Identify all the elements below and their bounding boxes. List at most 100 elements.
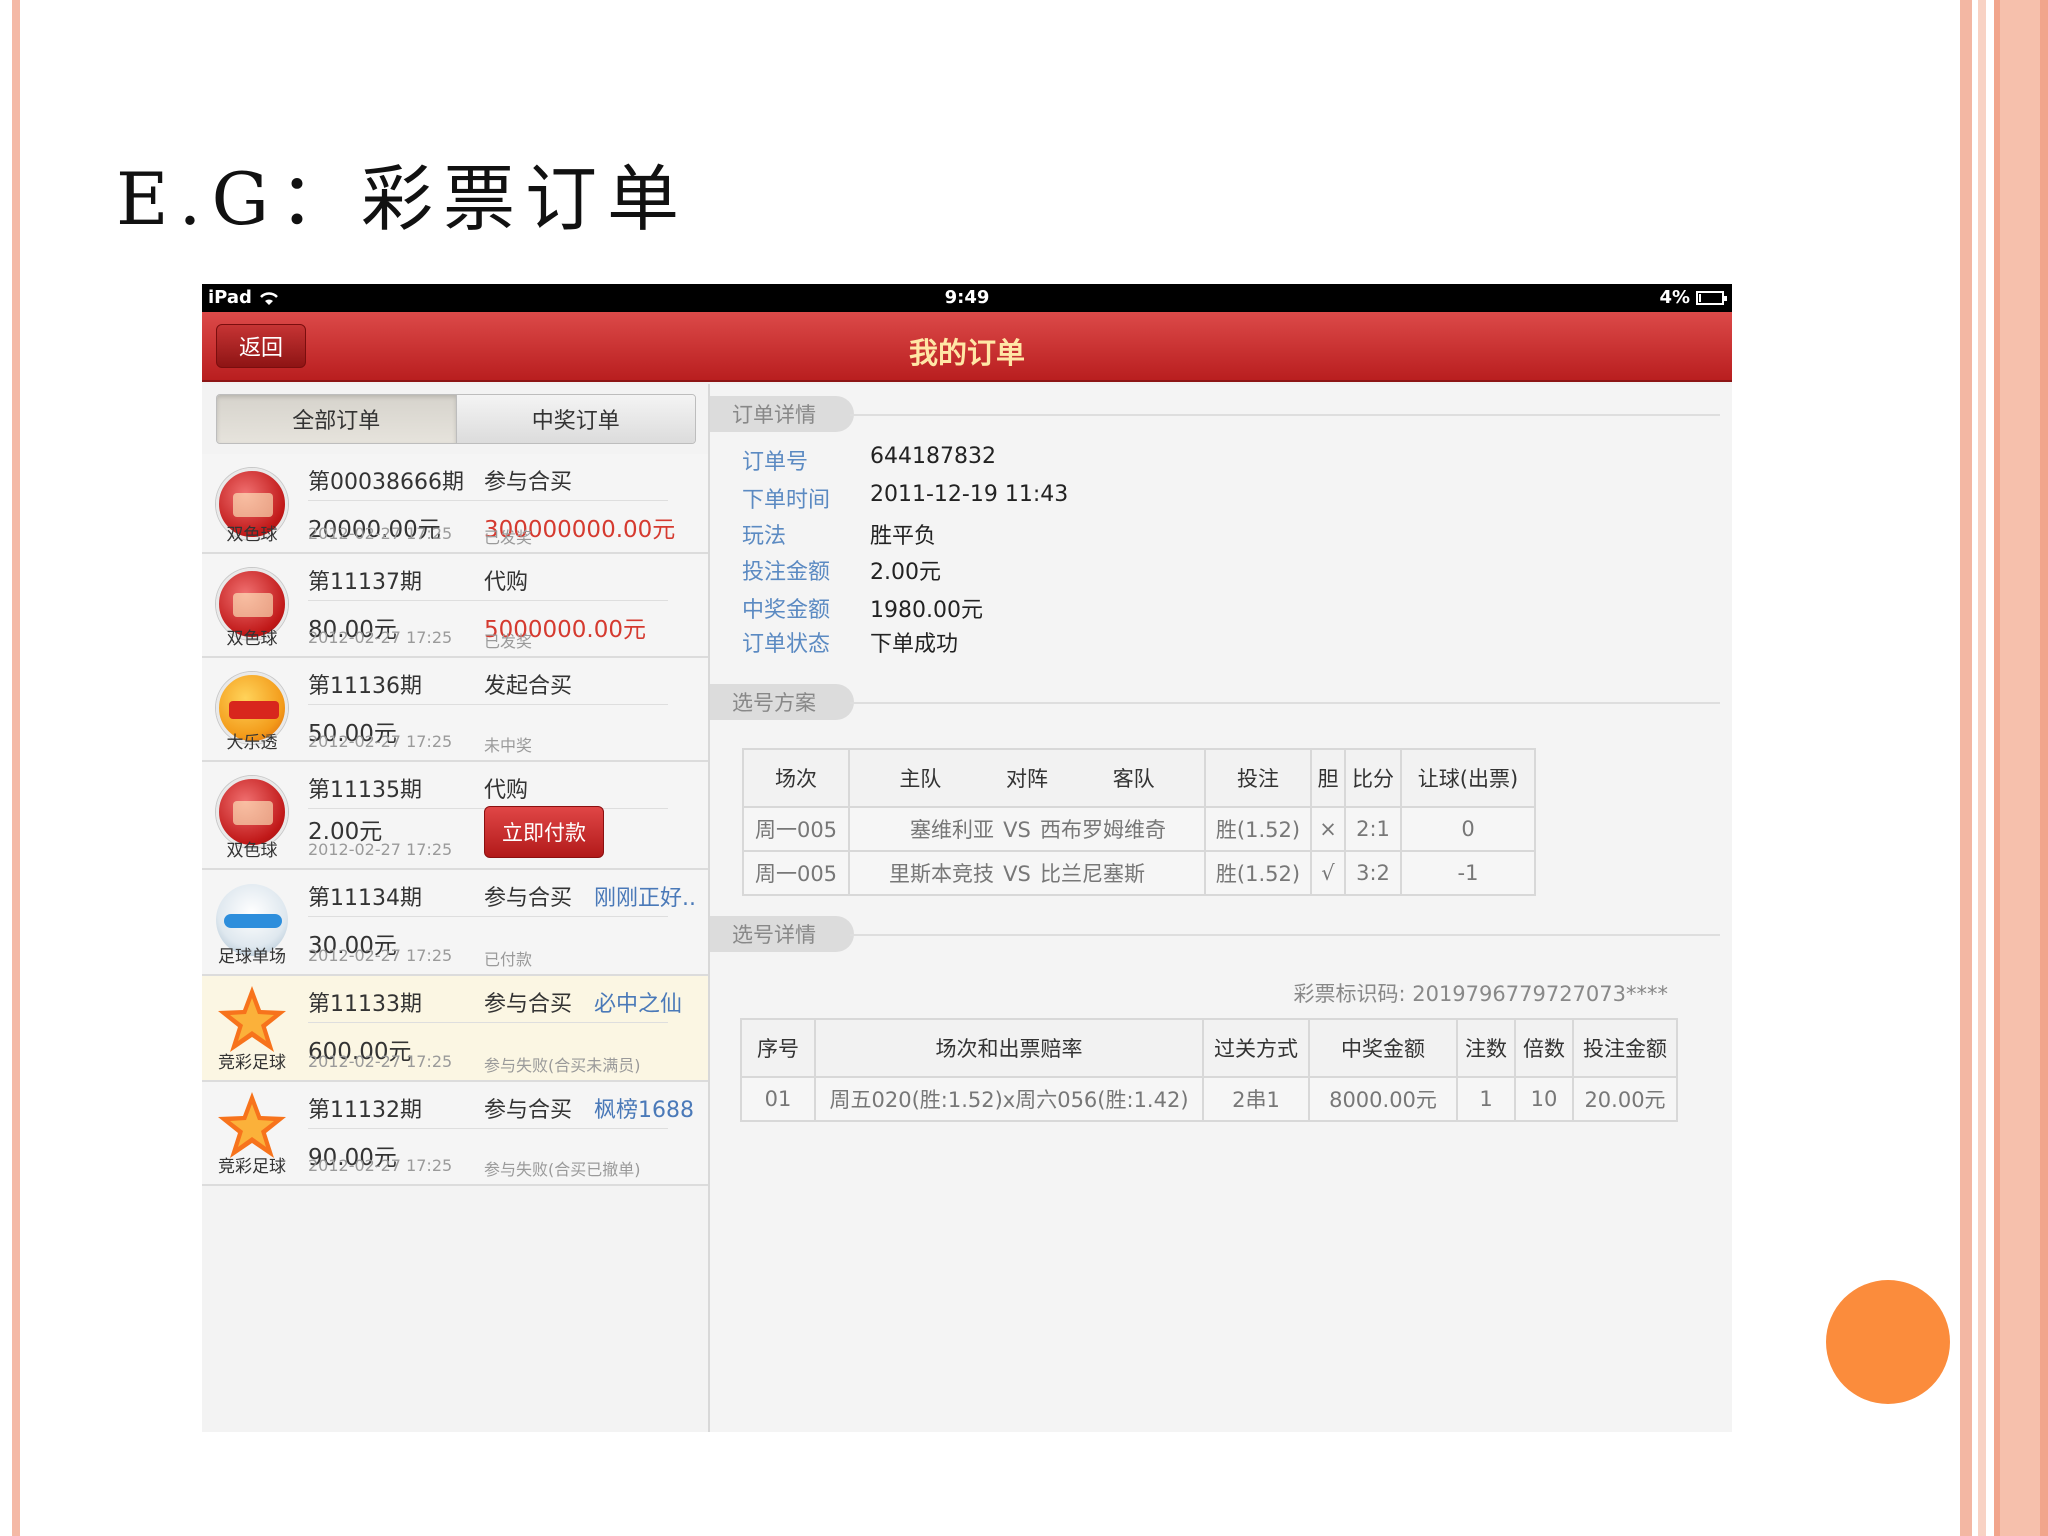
away-team: 西布罗姆维奇 (1040, 818, 1166, 842)
info-label: 订单号 (742, 450, 809, 475)
pick-plan-table: 场次 主队 对阵 客队 投注 胆 比分 让球(出票) 周一005 塞维利亚 VS 西布… (742, 748, 1536, 896)
order-list-item[interactable]: 双色球 第11135期 代购 2.00元 2012-02-27 17:25 立即付款 (202, 762, 708, 870)
order-list-item[interactable]: 双色球 第00038666期 参与合买 20000.00元 300000000.00元 2… (202, 454, 708, 554)
section-title: 订单详情 (710, 396, 854, 432)
match-cell: 周一005 (742, 806, 850, 852)
info-label: 中奖金额 (742, 598, 831, 623)
order-date: 2012-02-27 17:25 (308, 628, 453, 647)
section-divider (850, 702, 1720, 704)
lottery-name: 足球单场 (218, 947, 286, 967)
column-header-teams: 主队 对阵 客队 (848, 748, 1206, 808)
order-status: 参与失败(合买未满员) (484, 1056, 641, 1075)
matches-cell: 周五020(胜:1.52)x周六056(胜:1.42) (814, 1076, 1204, 1122)
lottery-name: 双色球 (226, 525, 278, 545)
info-value: 下单成功 (870, 632, 959, 657)
slide-right-band-inner (2000, 0, 2040, 1536)
bet-cell: 胜(1.52) (1204, 850, 1312, 896)
orange-circle-decoration (1826, 1280, 1950, 1404)
info-value: 胜平负 (870, 524, 937, 549)
column-header: 场次 (742, 748, 850, 808)
away-team: 比兰尼塞斯 (1040, 862, 1145, 886)
slide-right-stripe (1960, 0, 1972, 1536)
order-status: 未中奖 (484, 736, 533, 755)
order-list-item[interactable]: 双色球 第11137期 代购 80.00元 5000000.00元 2012-02-27 … (202, 554, 708, 658)
info-value: 644187832 (870, 444, 996, 469)
order-period: 第11135期 (308, 778, 422, 803)
order-list: 双色球 第00038666期 参与合买 20000.00元 300000000.00元 2… (202, 454, 708, 1186)
lottery-name: 竞彩足球 (218, 1157, 286, 1177)
match-cell: 周一005 (742, 850, 850, 896)
order-type: 参与合买 (484, 886, 573, 911)
score-cell: 2:1 (1344, 806, 1402, 852)
tab-winning-orders[interactable]: 中奖订单 (455, 395, 695, 443)
order-type: 代购 (484, 570, 529, 595)
column-header: 序号 (740, 1018, 816, 1078)
tab-all-orders[interactable]: 全部订单 (217, 395, 456, 443)
stake-cell: 20.00元 (1572, 1076, 1678, 1122)
handicap-cell: 0 (1400, 806, 1536, 852)
lottery-name: 大乐透 (226, 733, 278, 753)
row-divider (308, 1128, 668, 1129)
order-type: 发起合买 (484, 674, 573, 699)
battery-percent: 4% (1659, 287, 1690, 308)
banker-cell: × (1310, 806, 1346, 852)
column-header: 场次和出票赔率 (814, 1018, 1204, 1078)
order-list-item[interactable]: 竞彩足球 第11133期 参与合买 必中之仙 600.00元 2012-02-27 17:… (202, 976, 708, 1082)
co-buy-initiator-link[interactable]: 必中之仙 (594, 986, 682, 1018)
ipad-screenshot: iPad 9:49 4% 返回 我的订单 全部订单 中奖订单 双色球 第00038… (202, 284, 1732, 1432)
slide-title: E.G：彩票订单 (116, 157, 689, 241)
co-buy-initiator-link[interactable]: 刚刚正好.. (594, 880, 696, 912)
order-date: 2012-02-27 17:25 (308, 1052, 453, 1071)
order-period: 第11137期 (308, 570, 422, 595)
teams-cell: 塞维利亚 VS 西布罗姆维奇 (848, 806, 1206, 852)
lottery-name: 双色球 (226, 629, 278, 649)
section-title: 选号详情 (710, 916, 854, 952)
pay-now-button[interactable]: 立即付款 (484, 806, 604, 858)
order-type: 参与合买 (484, 992, 573, 1017)
pass-cell: 2串1 (1202, 1076, 1310, 1122)
column-header: 注数 (1456, 1018, 1516, 1078)
row-divider (308, 704, 668, 705)
no-cell: 01 (740, 1076, 816, 1122)
info-value: 1980.00元 (870, 598, 983, 623)
order-type: 代购 (484, 778, 529, 803)
section-title: 选号方案 (710, 684, 854, 720)
battery-fill (1699, 293, 1701, 302)
bet-cell: 胜(1.52) (1204, 806, 1312, 852)
row-divider (308, 500, 668, 501)
order-period: 第11134期 (308, 886, 422, 911)
table-row: 周一005 塞维利亚 VS 西布罗姆维奇 胜(1.52) × 2:1 0 (742, 806, 1536, 852)
order-date: 2012-02-27 17:25 (308, 524, 453, 543)
info-label: 下单时间 (742, 488, 831, 513)
order-period: 第00038666期 (308, 470, 464, 495)
order-type: 参与合买 (484, 470, 573, 495)
column-header: 胆 (1310, 748, 1346, 808)
section-divider (850, 414, 1720, 416)
order-list-pane: 全部订单 中奖订单 双色球 第00038666期 参与合买 20000.00元 3000… (202, 384, 710, 1432)
row-divider (308, 1022, 668, 1023)
lottery-name: 双色球 (226, 841, 278, 861)
home-team: 塞维利亚 (910, 818, 994, 842)
order-list-item[interactable]: 大乐透 第11136期 发起合买 50.00元 2012-02-27 17:25 未中奖 (202, 658, 708, 762)
clock: 9:49 (944, 287, 990, 308)
order-filter-tabs: 全部订单 中奖订单 (216, 394, 696, 444)
count-cell: 1 (1456, 1076, 1516, 1122)
info-label: 玩法 (742, 524, 787, 549)
multiple-cell: 10 (1514, 1076, 1574, 1122)
banker-cell: √ (1310, 850, 1346, 896)
column-header: 对阵 (1006, 767, 1048, 791)
table-header-row: 序号 场次和出票赔率 过关方式 中奖金额 注数 倍数 投注金额 (740, 1018, 1678, 1078)
co-buy-initiator-link[interactable]: 枫榜1688 (594, 1092, 694, 1124)
column-header: 比分 (1344, 748, 1402, 808)
status-bar: iPad 9:49 4% (202, 284, 1732, 312)
info-value: 2011-12-19 11:43 (870, 482, 1069, 507)
column-header: 投注金额 (1572, 1018, 1678, 1078)
order-date: 2012-02-27 17:25 (308, 840, 453, 859)
battery-icon (1696, 290, 1727, 305)
order-date: 2012-02-27 17:25 (308, 946, 453, 965)
pick-detail-table: 序号 场次和出票赔率 过关方式 中奖金额 注数 倍数 投注金额 01 周五020(… (740, 1018, 1678, 1122)
order-list-item[interactable]: 足球单场 第11134期 参与合买 刚刚正好.. 30.00元 2012-02-27 17… (202, 870, 708, 976)
order-detail-pane: 订单详情 订单号 644187832 下单时间 2011-12-19 11:43 玩法胜… (710, 384, 1732, 1432)
order-list-item[interactable]: 竞彩足球 第11132期 参与合买 枫榜1688 90.00元 2012-02-27 17… (202, 1082, 708, 1186)
order-status: 已发奖 (484, 632, 533, 651)
